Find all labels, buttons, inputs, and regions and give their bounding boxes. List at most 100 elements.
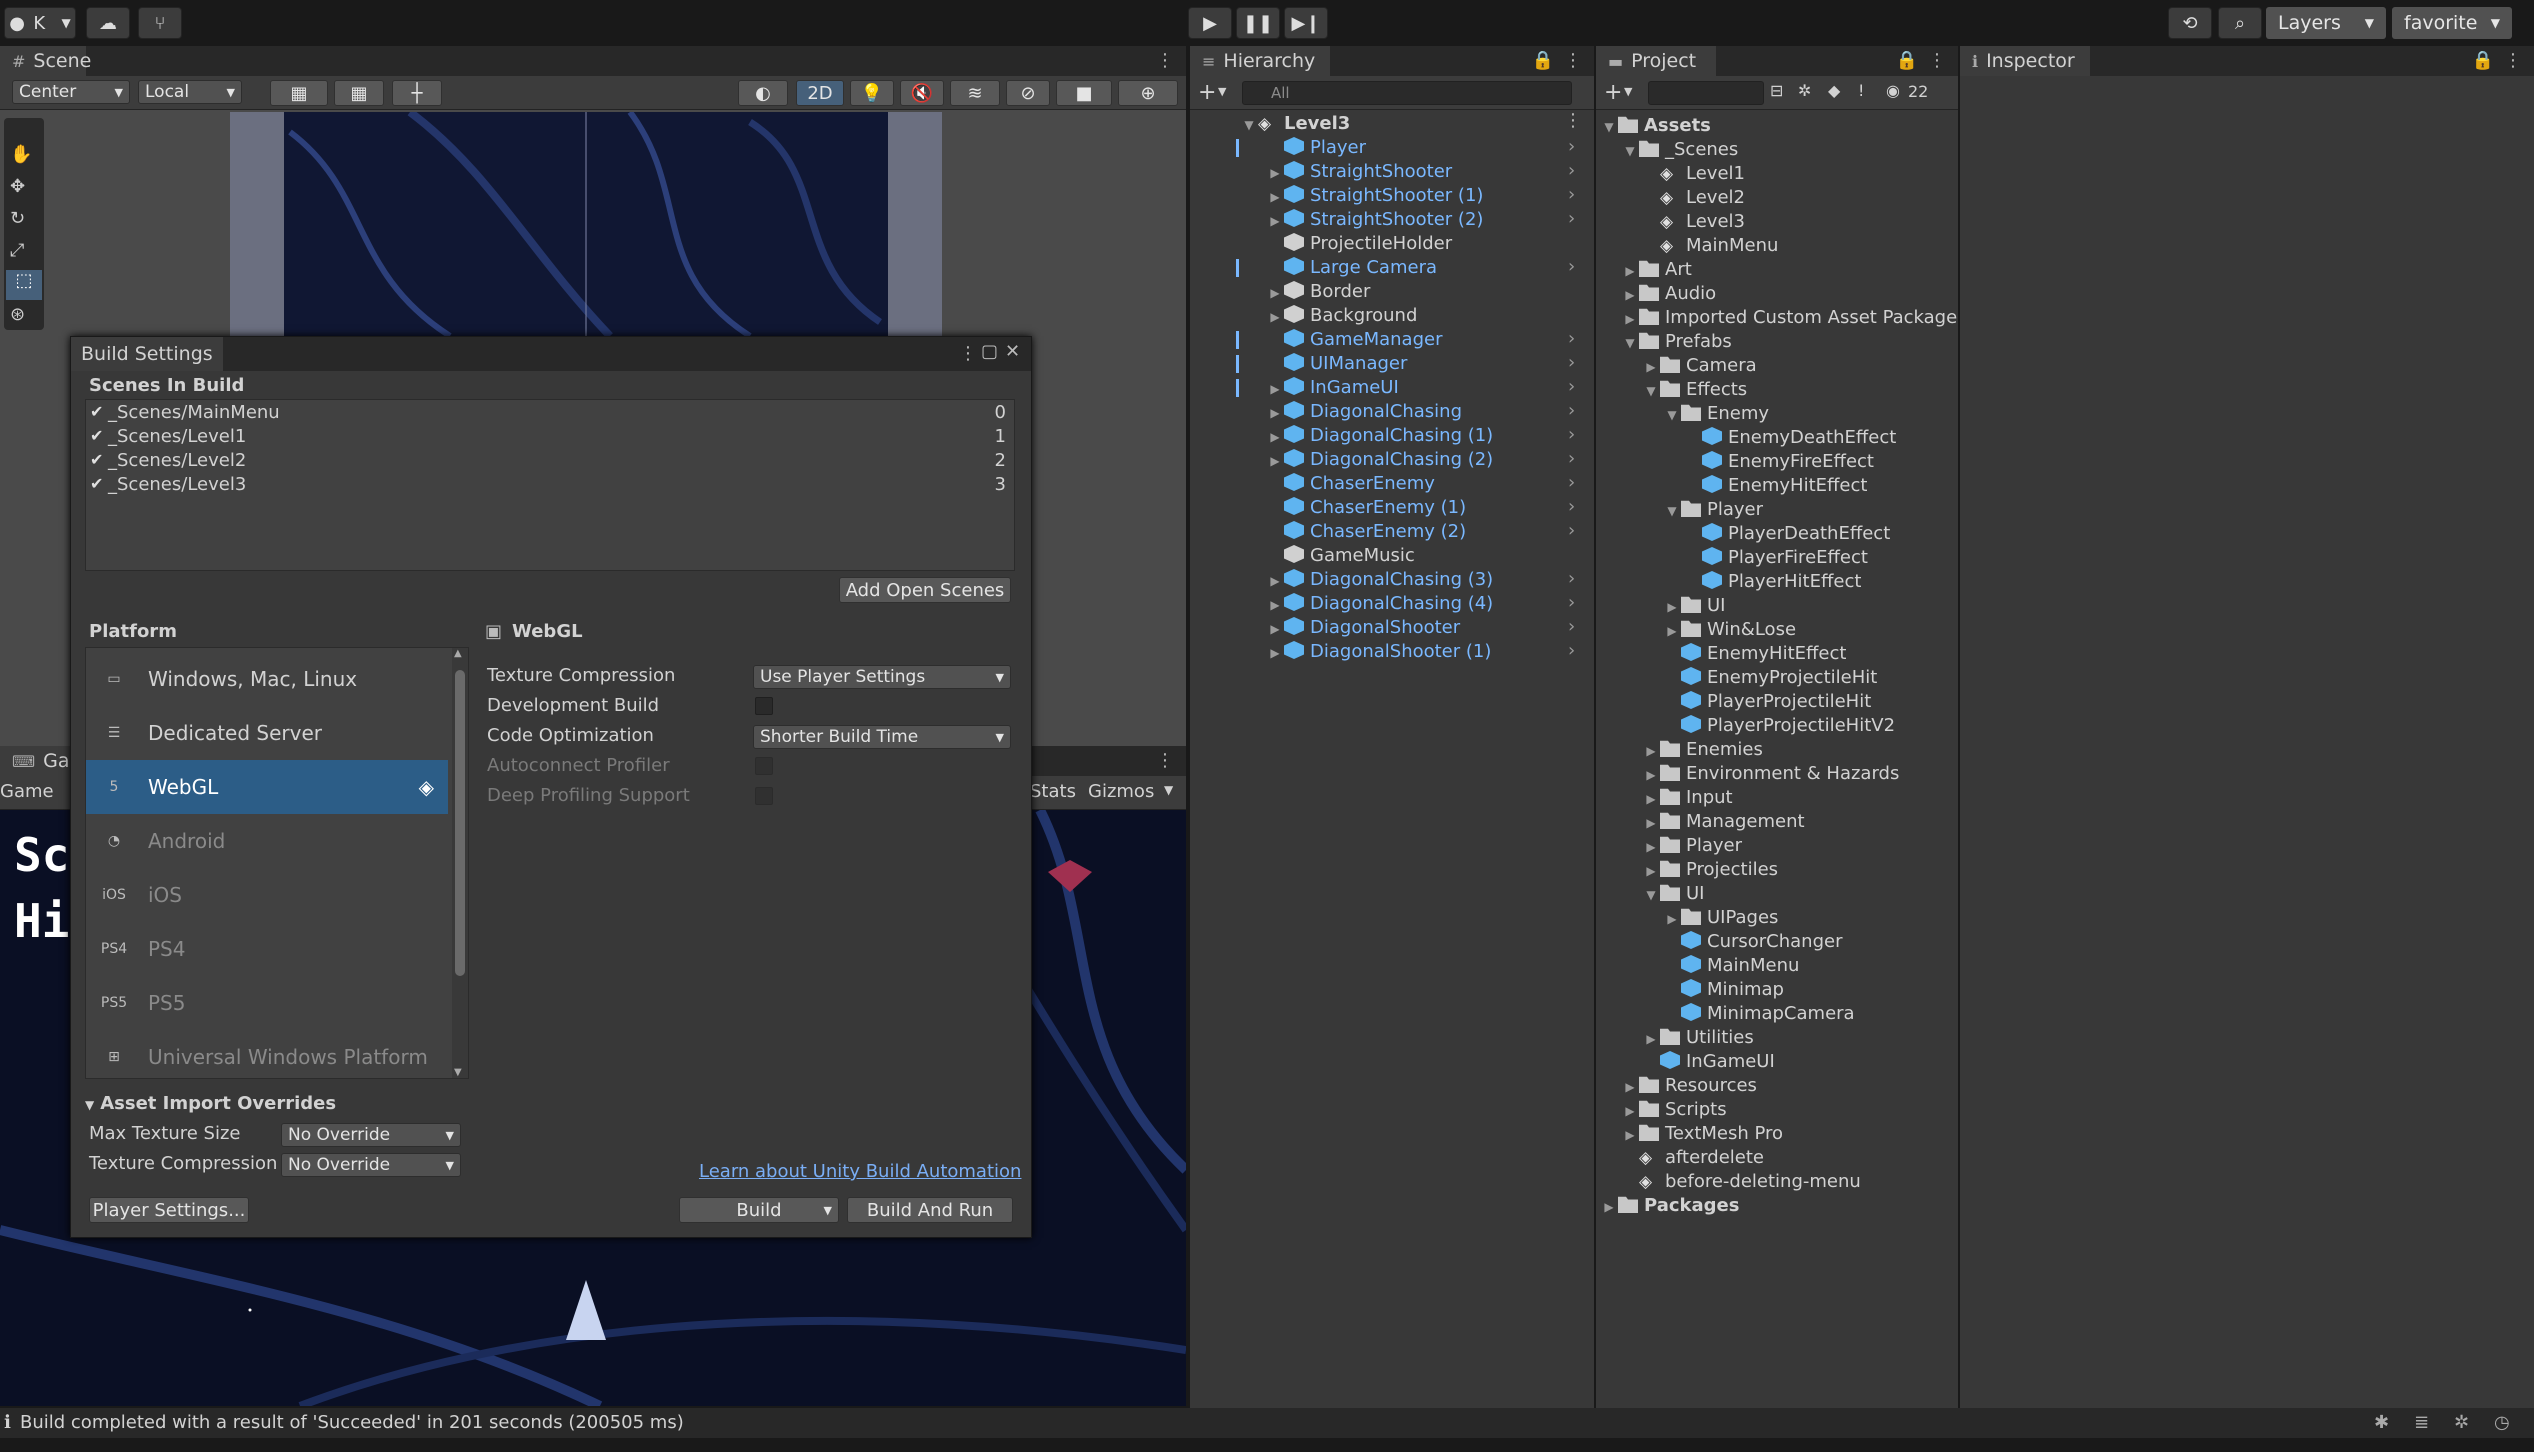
- asset-import-overrides-header[interactable]: ▼ Asset Import Overrides: [85, 1093, 336, 1114]
- project-item[interactable]: ◈ Level1: [1642, 162, 1745, 186]
- label-icon[interactable]: ◆: [1828, 81, 1840, 100]
- hierarchy-item[interactable]: ▶ DiagonalChasing: [1266, 400, 1462, 424]
- stats-button[interactable]: Stats: [1030, 781, 1076, 802]
- platform-item[interactable]: PS4 PS4: [86, 922, 448, 976]
- filter-icon[interactable]: ✲: [1798, 81, 1811, 100]
- chevron-down-icon[interactable]: ▼: [1218, 85, 1226, 98]
- kebab-icon[interactable]: ⋮: [1928, 50, 1946, 71]
- grid-snap-button[interactable]: ▦: [270, 80, 328, 106]
- rect-tool-icon[interactable]: ⬚: [6, 270, 42, 300]
- expand-closed-icon[interactable]: ▶: [1642, 835, 1660, 859]
- expand-closed-icon[interactable]: ▶: [1621, 1099, 1639, 1123]
- add-icon[interactable]: +: [1604, 80, 1622, 105]
- collab-button[interactable]: ⑂: [138, 7, 182, 39]
- cloud-button[interactable]: ☁: [86, 7, 130, 39]
- expand-open-icon[interactable]: ▼: [1663, 499, 1681, 523]
- play-button[interactable]: ▶: [1188, 7, 1232, 39]
- hierarchy-item[interactable]: Large Camera: [1266, 256, 1437, 280]
- tab-hierarchy[interactable]: ≡ Hierarchy: [1190, 46, 1330, 76]
- open-prefab-chevron-icon[interactable]: ›: [1568, 592, 1575, 613]
- hierarchy-root[interactable]: ▼ ◈ Level3: [1240, 112, 1350, 136]
- project-item[interactable]: ▶ Win&Lose: [1663, 618, 1796, 642]
- project-search-input[interactable]: [1648, 81, 1764, 105]
- effects-toggle[interactable]: ≋: [950, 80, 1000, 106]
- project-item[interactable]: ▶ TextMesh Pro: [1621, 1122, 1783, 1146]
- project-item[interactable]: ▼ _Scenes: [1621, 138, 1738, 162]
- tab-project[interactable]: ▬ Project: [1596, 46, 1716, 76]
- expand-closed-icon[interactable]: ▶: [1642, 811, 1660, 835]
- scroll-up-icon[interactable]: ▲: [454, 648, 462, 659]
- hierarchy-item[interactable]: ▶ Background: [1266, 304, 1417, 328]
- 2d-toggle-button[interactable]: 2D: [796, 80, 844, 106]
- hand-tool-icon[interactable]: ✋: [10, 144, 32, 165]
- hierarchy-item[interactable]: ▶ StraightShooter (1): [1266, 184, 1483, 208]
- step-button[interactable]: ▶❙: [1284, 7, 1328, 39]
- gizmos-button[interactable]: Gizmos: [1088, 781, 1154, 802]
- player-settings-button[interactable]: Player Settings...: [89, 1197, 249, 1223]
- project-item[interactable]: ▶ Enemies: [1642, 738, 1762, 762]
- code-optimization-dropdown[interactable]: Shorter Build Time ▼: [753, 725, 1011, 749]
- layout-dropdown[interactable]: favorite ▼: [2392, 7, 2512, 39]
- checkbox-checked-icon[interactable]: ✔: [90, 402, 103, 421]
- hierarchy-item[interactable]: GameManager: [1266, 328, 1443, 352]
- expand-closed-icon[interactable]: ▶: [1266, 401, 1284, 425]
- debug-icon[interactable]: ✱: [2374, 1412, 2389, 1433]
- pivot-dropdown[interactable]: Center ▼: [12, 80, 130, 104]
- texture-compression-dropdown[interactable]: Use Player Settings ▼: [753, 665, 1011, 689]
- expand-open-icon[interactable]: ▼: [1642, 379, 1660, 403]
- project-item[interactable]: ◈ afterdelete: [1621, 1146, 1764, 1170]
- kebab-icon[interactable]: ⋮: [959, 343, 977, 364]
- hierarchy-item[interactable]: Player: [1266, 136, 1366, 160]
- open-prefab-chevron-icon[interactable]: ›: [1568, 184, 1575, 205]
- expand-closed-icon[interactable]: ▶: [1266, 377, 1284, 401]
- project-item[interactable]: ▼ Assets: [1600, 114, 1711, 138]
- kebab-icon[interactable]: ⋮: [1564, 110, 1582, 131]
- visibility-toggle[interactable]: ⊘: [1006, 80, 1050, 106]
- expand-closed-icon[interactable]: ▶: [1266, 425, 1284, 449]
- project-item[interactable]: PlayerHitEffect: [1684, 570, 1861, 594]
- chevron-down-icon[interactable]: ▼: [824, 1204, 832, 1217]
- project-item[interactable]: ▶ Player: [1642, 834, 1742, 858]
- expand-open-icon[interactable]: ▼: [1642, 883, 1660, 907]
- hierarchy-item[interactable]: UIManager: [1266, 352, 1407, 376]
- build-settings-tab[interactable]: Build Settings: [71, 337, 223, 371]
- hierarchy-item[interactable]: ▶ DiagonalChasing (4): [1266, 592, 1493, 616]
- add-open-scenes-button[interactable]: Add Open Scenes: [839, 577, 1011, 603]
- project-item[interactable]: ▶ Management: [1642, 810, 1804, 835]
- hierarchy-item[interactable]: ▶ StraightShooter: [1266, 160, 1452, 184]
- project-item[interactable]: ▶ Scripts: [1621, 1098, 1726, 1123]
- project-item[interactable]: PlayerProjectileHitV2: [1663, 714, 1895, 738]
- rotate-tool-icon[interactable]: ↻: [10, 208, 25, 229]
- open-prefab-chevron-icon[interactable]: ›: [1568, 352, 1575, 373]
- scale-tool-icon[interactable]: ⤢: [10, 240, 24, 261]
- learn-build-automation-link[interactable]: Learn about Unity Build Automation: [699, 1161, 1021, 1182]
- status-message[interactable]: Build completed with a result of 'Succee…: [20, 1412, 684, 1433]
- project-item[interactable]: EnemyHitEffect: [1663, 642, 1846, 666]
- project-item[interactable]: ▼ Enemy: [1663, 402, 1769, 426]
- expand-closed-icon[interactable]: ▶: [1600, 1195, 1618, 1219]
- game-mode-label[interactable]: Game: [0, 781, 54, 802]
- open-prefab-chevron-icon[interactable]: ›: [1568, 520, 1575, 541]
- expand-open-icon[interactable]: ▼: [1600, 115, 1618, 139]
- maximize-icon[interactable]: ▢: [981, 341, 998, 362]
- project-item[interactable]: ▶ Packages: [1600, 1194, 1739, 1218]
- platform-item[interactable]: iOS iOS: [86, 868, 448, 922]
- search-button[interactable]: ⌕: [2218, 7, 2262, 39]
- project-item[interactable]: ▶ UI: [1663, 594, 1725, 618]
- project-item[interactable]: ▶ Camera: [1642, 354, 1756, 378]
- project-item[interactable]: ▶ Utilities: [1642, 1026, 1753, 1050]
- platform-item[interactable]: ☰ Dedicated Server: [86, 706, 448, 760]
- platform-item[interactable]: PS5 PS5: [86, 976, 448, 1030]
- hierarchy-item[interactable]: ▶ DiagonalChasing (3): [1266, 568, 1493, 592]
- expand-closed-icon[interactable]: ▶: [1266, 593, 1284, 617]
- project-item[interactable]: EnemyProjectileHit: [1663, 666, 1877, 690]
- expand-closed-icon[interactable]: ▶: [1663, 595, 1681, 619]
- project-item[interactable]: ▶ Environment & Hazards: [1642, 762, 1899, 786]
- progress-icon[interactable]: ◷: [2494, 1412, 2510, 1433]
- hierarchy-item[interactable]: ChaserEnemy: [1266, 472, 1435, 496]
- project-item[interactable]: PlayerFireEffect: [1684, 546, 1868, 570]
- eye-icon[interactable]: ◉: [1886, 81, 1900, 100]
- platform-item[interactable]: ◔ Android: [86, 814, 448, 868]
- kebab-icon[interactable]: ⋮: [2504, 50, 2522, 71]
- expand-closed-icon[interactable]: ▶: [1266, 281, 1284, 305]
